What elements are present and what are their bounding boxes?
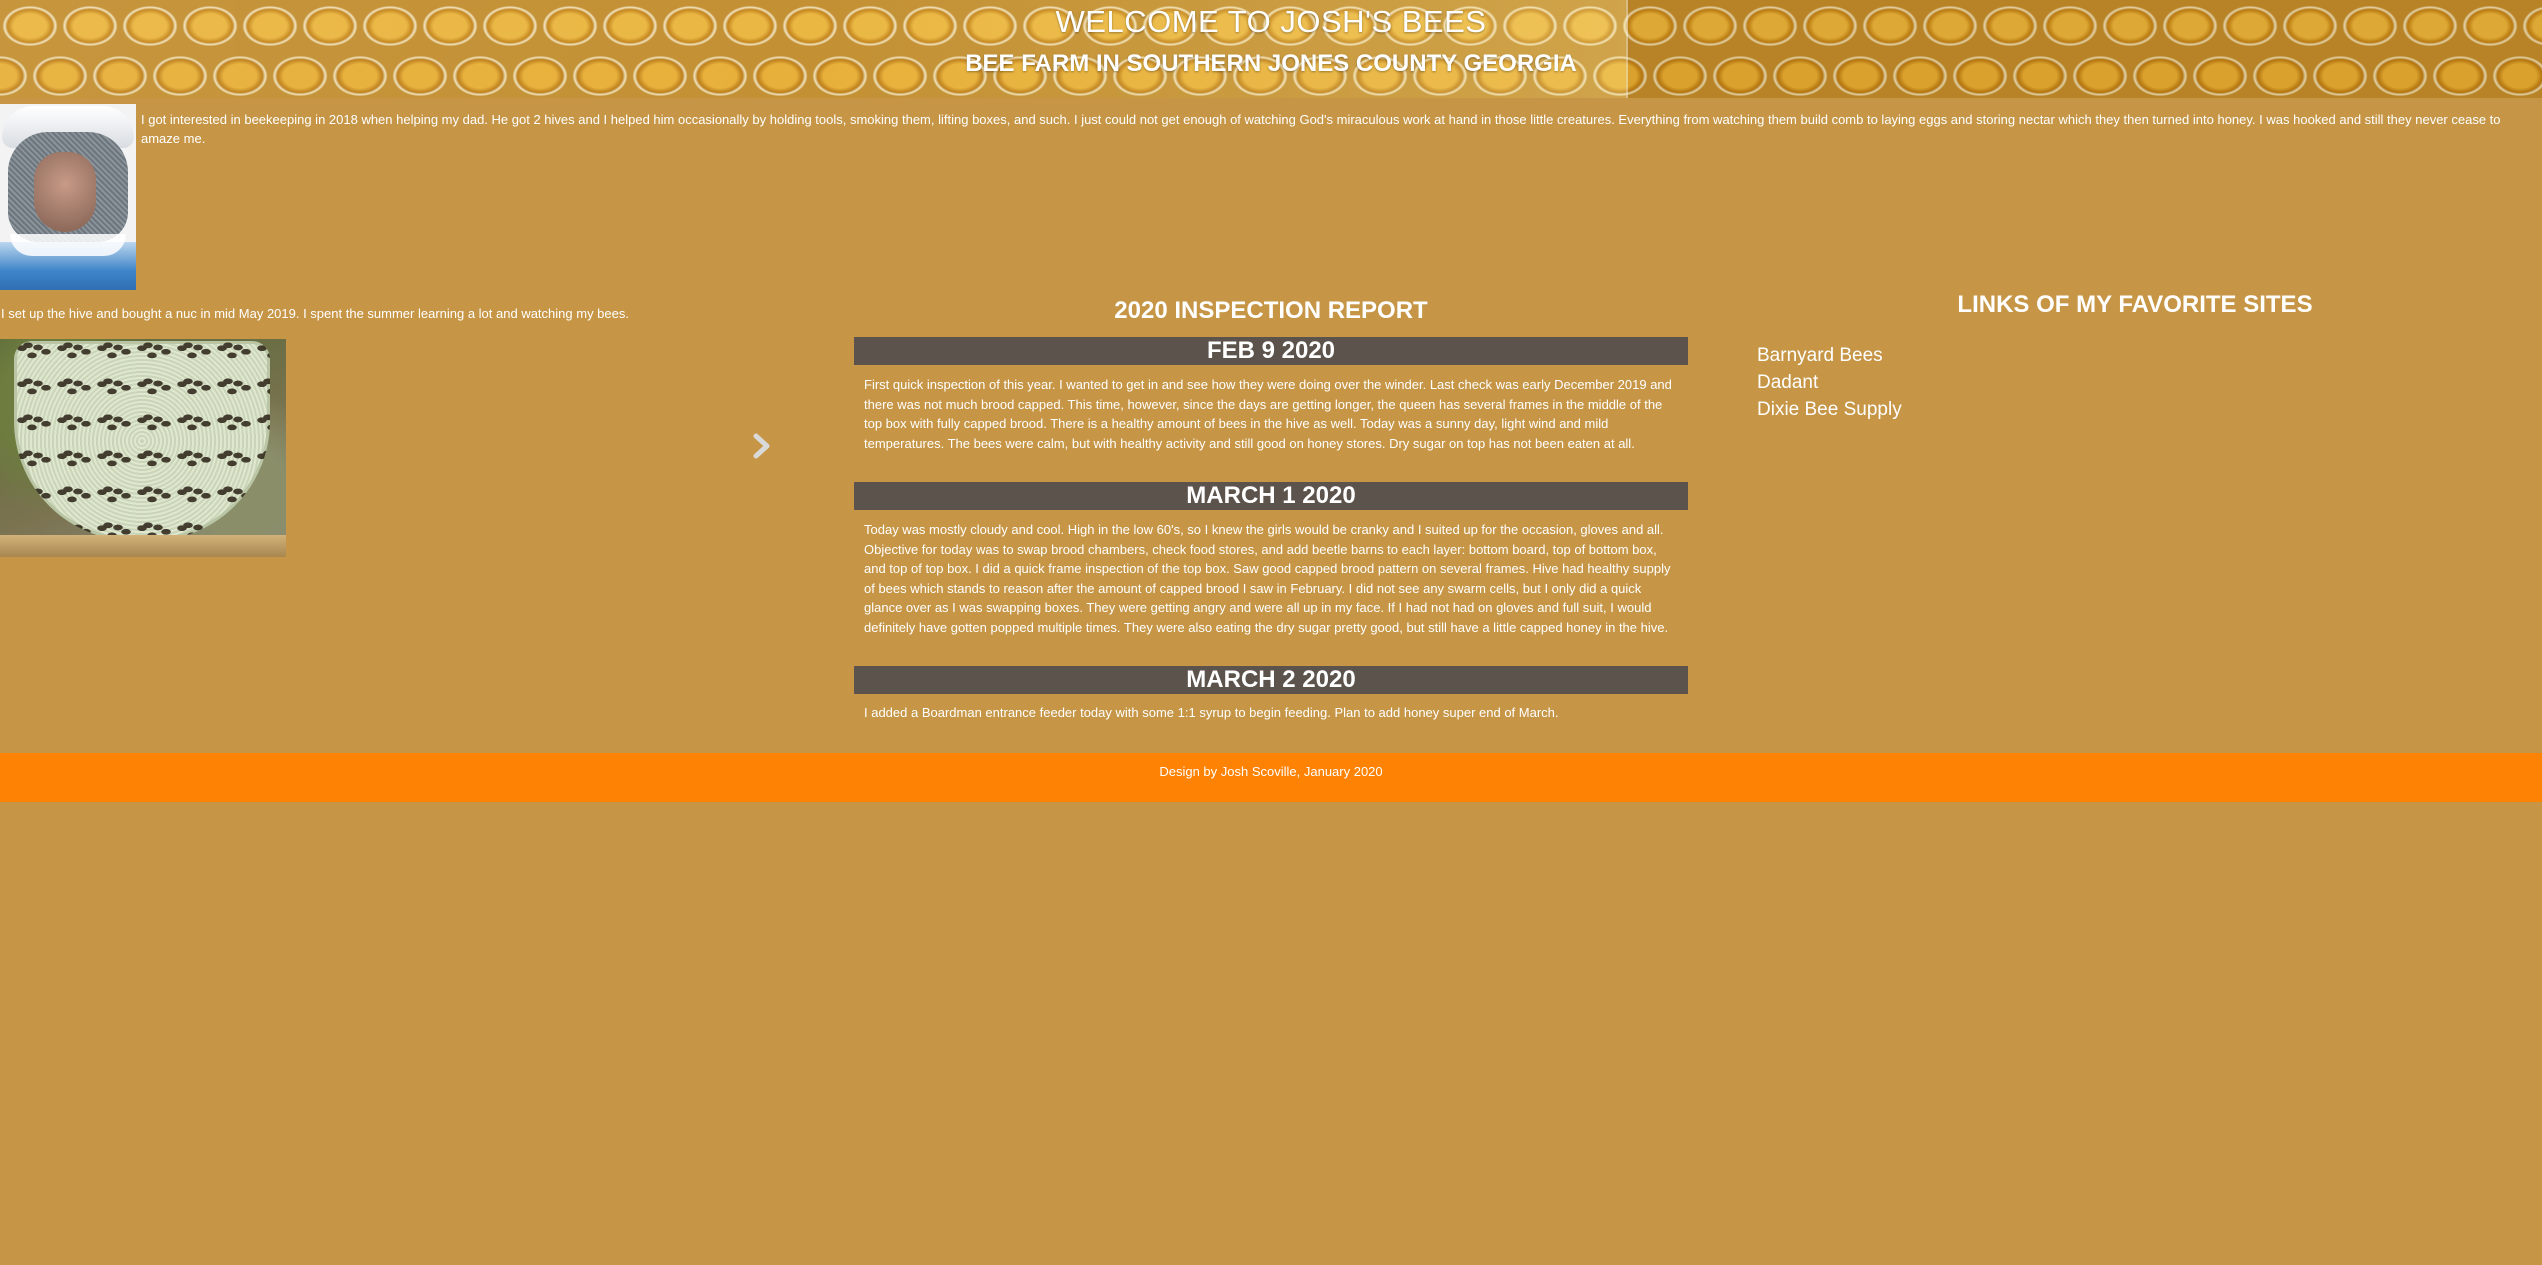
footer-credit: Design by Josh Scoville, January 2020: [1159, 764, 1383, 779]
entry-text: I added a Boardman entrance feeder today…: [864, 705, 1559, 720]
entry-date-bar: MARCH 2 2020: [854, 666, 1688, 694]
header-banner: WELCOME TO JOSH'S BEES BEE FARM IN SOUTH…: [0, 0, 2542, 98]
link-dadant[interactable]: Dadant: [1757, 369, 1902, 396]
footer: Design by Josh Scoville, January 2020: [0, 753, 2542, 802]
favorite-links-list: Barnyard Bees Dadant Dixie Bee Supply: [1757, 342, 1902, 423]
intro-paragraph: I got interested in beekeeping in 2018 w…: [141, 112, 2501, 146]
wooden-frame: [0, 535, 286, 557]
report-title: 2020 INSPECTION REPORT: [1114, 297, 1428, 324]
chevron-right-icon[interactable]: [752, 433, 772, 459]
face: [34, 152, 96, 232]
hive-paragraph: I set up the hive and bought a nuc in mi…: [1, 306, 629, 321]
slideshow-image: [0, 339, 286, 557]
entry-text: Today was mostly cloudy and cool. High i…: [864, 522, 1671, 635]
links-title: LINKS OF MY FAVORITE SITES: [1957, 291, 2313, 318]
entry-date-bar: FEB 9 2020: [854, 337, 1688, 365]
entry-date-bar: MARCH 1 2020: [854, 482, 1688, 510]
beekeeper-portrait: [0, 104, 136, 290]
site-title: WELCOME TO JOSH'S BEES: [1055, 4, 1487, 39]
veil-collar: [10, 234, 126, 256]
link-dixie-bee-supply[interactable]: Dixie Bee Supply: [1757, 396, 1902, 423]
entry-text: First quick inspection of this year. I w…: [864, 377, 1672, 451]
site-subtitle: BEE FARM IN SOUTHERN JONES COUNTY GEORGI…: [965, 50, 1577, 77]
link-barnyard-bees[interactable]: Barnyard Bees: [1757, 342, 1902, 369]
